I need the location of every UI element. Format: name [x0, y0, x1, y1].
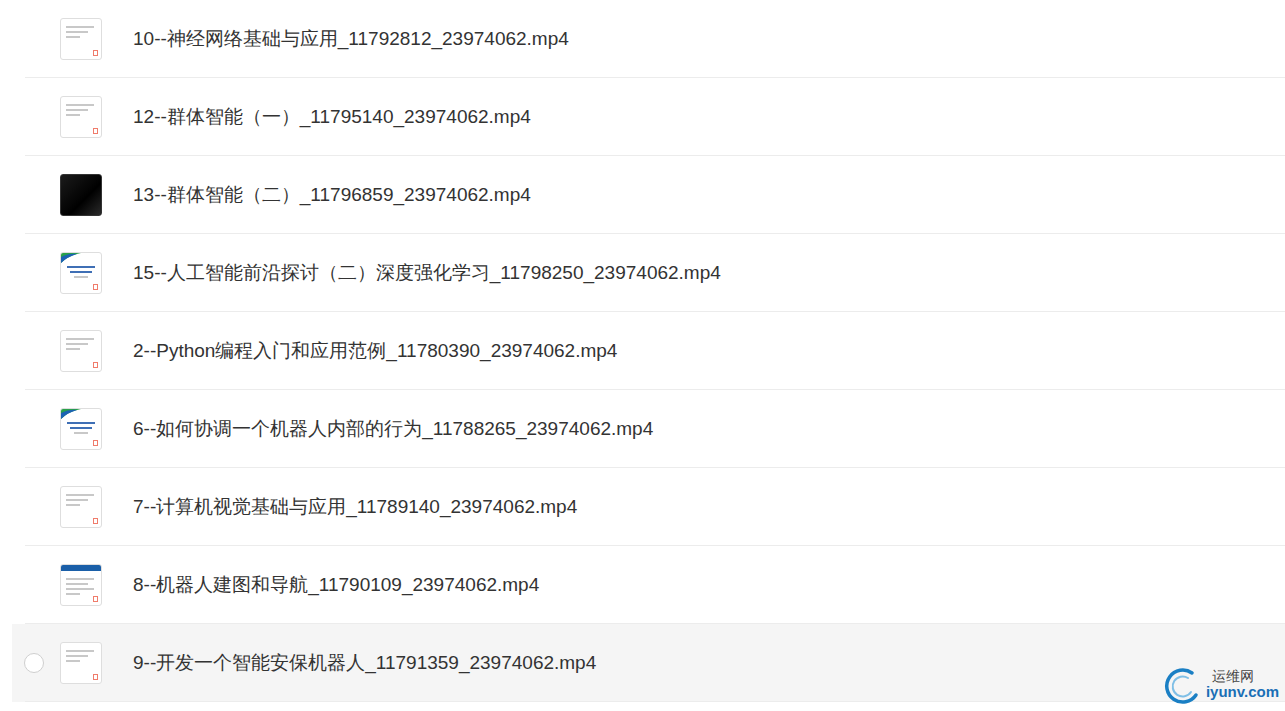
file-row[interactable]: 2--Python编程入门和应用范例_11780390_23974062.mp4: [12, 312, 1285, 390]
doc-lines: [61, 487, 101, 506]
file-name[interactable]: 2--Python编程入门和应用范例_11780390_23974062.mp4: [133, 338, 617, 364]
corner-mark: [93, 284, 98, 290]
file-name[interactable]: 10--神经网络基础与应用_11792812_23974062.mp4: [133, 26, 569, 52]
file-list-page: 10--神经网络基础与应用_11792812_23974062.mp4 12--…: [0, 0, 1285, 711]
corner-mark: [93, 50, 98, 56]
file-name[interactable]: 9--开发一个智能安保机器人_11791359_23974062.mp4: [133, 650, 596, 676]
corner-mark: [93, 596, 98, 602]
file-row[interactable]: 13--群体智能（二）_11796859_23974062.mp4: [12, 156, 1285, 234]
video-thumbnail: [60, 486, 102, 528]
file-name[interactable]: 8--机器人建图和导航_11790109_23974062.mp4: [133, 572, 539, 598]
doc-lines: [61, 331, 101, 350]
video-thumbnail: [60, 96, 102, 138]
file-name[interactable]: 6--如何协调一个机器人内部的行为_11788265_23974062.mp4: [133, 416, 653, 442]
file-row[interactable]: 6--如何协调一个机器人内部的行为_11788265_23974062.mp4: [12, 390, 1285, 468]
watermark-site: iyunv.com: [1206, 684, 1279, 701]
corner-mark: [93, 674, 98, 680]
file-list: 10--神经网络基础与应用_11792812_23974062.mp4 12--…: [0, 0, 1285, 702]
watermark-logo-icon: [1162, 665, 1202, 705]
slide-corner-icon: [61, 253, 81, 263]
video-thumbnail: [60, 174, 102, 216]
corner-mark: [93, 362, 98, 368]
corner-mark: [93, 518, 98, 524]
video-thumbnail: [60, 642, 102, 684]
file-name[interactable]: 15--人工智能前沿探讨（二）深度强化学习_11798250_23974062.…: [133, 260, 721, 286]
check-area: [12, 653, 60, 673]
file-row[interactable]: 8--机器人建图和导航_11790109_23974062.mp4: [12, 546, 1285, 624]
video-thumbnail: [60, 408, 102, 450]
file-row[interactable]: 9--开发一个智能安保机器人_11791359_23974062.mp4: [12, 624, 1285, 702]
doc-lines: [61, 19, 101, 38]
file-row[interactable]: 15--人工智能前沿探讨（二）深度强化学习_11798250_23974062.…: [12, 234, 1285, 312]
doc-lines: [61, 643, 101, 662]
banner-bar: [61, 565, 101, 571]
file-row[interactable]: 10--神经网络基础与应用_11792812_23974062.mp4: [12, 0, 1285, 78]
video-thumbnail: [60, 564, 102, 606]
video-thumbnail: [60, 330, 102, 372]
file-name[interactable]: 13--群体智能（二）_11796859_23974062.mp4: [133, 182, 531, 208]
video-thumbnail: [60, 252, 102, 294]
corner-mark: [93, 128, 98, 134]
corner-mark: [93, 440, 98, 446]
doc-lines: [61, 97, 101, 116]
select-radio[interactable]: [24, 653, 44, 673]
watermark: 运维网 iyunv.com: [1162, 665, 1279, 705]
file-row[interactable]: 7--计算机视觉基础与应用_11789140_23974062.mp4: [12, 468, 1285, 546]
file-row[interactable]: 12--群体智能（一）_11795140_23974062.mp4: [12, 78, 1285, 156]
file-name[interactable]: 7--计算机视觉基础与应用_11789140_23974062.mp4: [133, 494, 577, 520]
watermark-title: 运维网: [1206, 669, 1279, 684]
doc-lines: [61, 571, 101, 595]
slide-corner-icon: [61, 409, 81, 419]
video-thumbnail: [60, 18, 102, 60]
file-name[interactable]: 12--群体智能（一）_11795140_23974062.mp4: [133, 104, 531, 130]
